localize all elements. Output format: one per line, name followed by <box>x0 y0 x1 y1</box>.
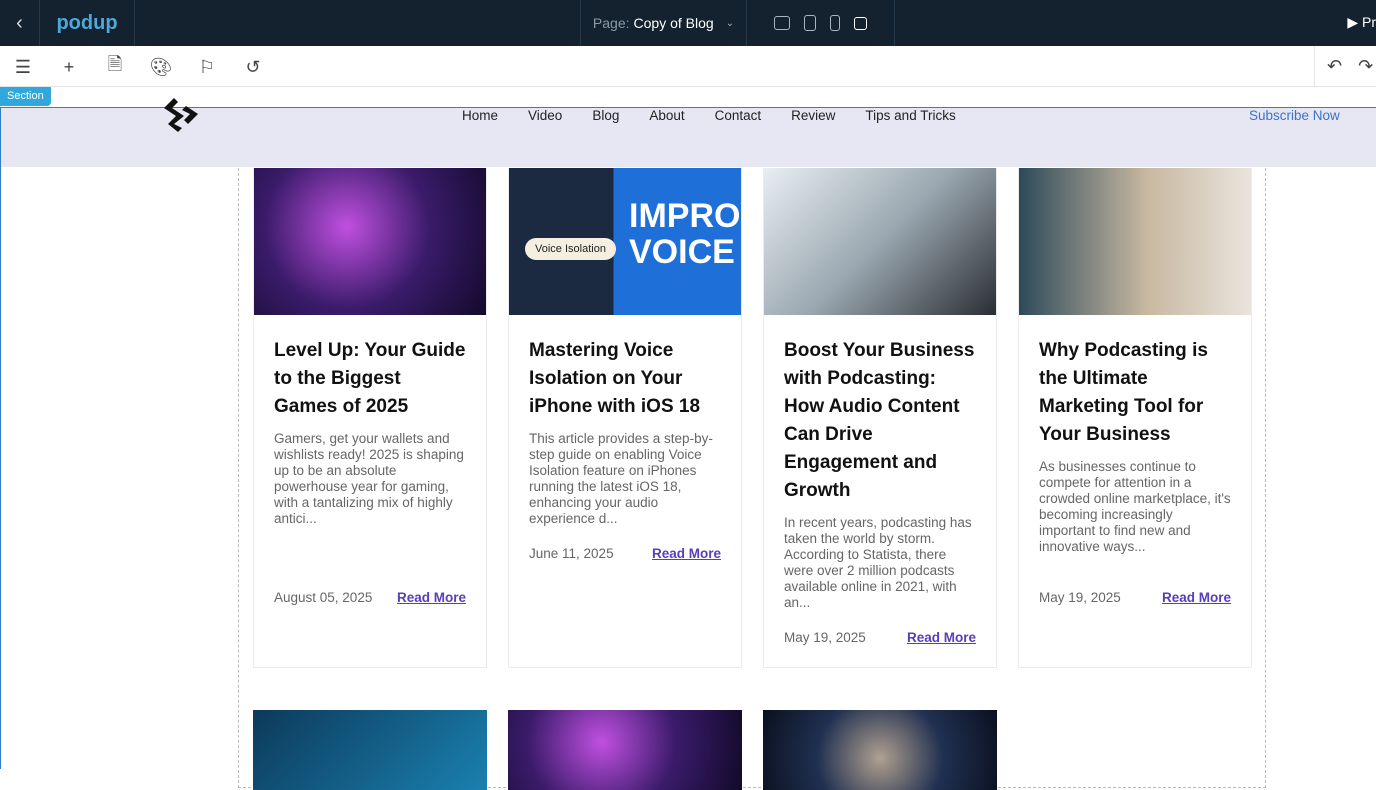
preview-button[interactable]: ▶ Pr <box>1347 14 1376 31</box>
subscribe-link[interactable]: Subscribe Now <box>1249 108 1340 123</box>
pages-icon[interactable]: 🗎 <box>102 54 128 80</box>
card-image[interactable]: IMPROVE VOICE Voice Isolation <box>509 168 741 315</box>
blog-card: IMPROVE VOICE Voice Isolation Mastering … <box>508 168 742 668</box>
read-more-link[interactable]: Read More <box>652 546 721 561</box>
app-logo: podup <box>40 0 135 46</box>
card-title[interactable]: Boost Your Business with Podcasting: How… <box>784 337 976 505</box>
logo-icon <box>164 98 198 132</box>
card-image[interactable] <box>508 710 742 790</box>
history-icon[interactable]: ↺ <box>240 54 266 80</box>
palette-icon[interactable]: 🎨︎ <box>148 54 174 80</box>
blog-card: Boost Your Business with Podcasting: How… <box>763 168 997 668</box>
card-title[interactable]: Level Up: Your Guide to the Biggest Game… <box>274 337 466 421</box>
site-logo[interactable] <box>162 96 200 142</box>
card-image[interactable] <box>763 710 997 790</box>
section-tag[interactable]: Section <box>0 87 51 106</box>
redo-icon[interactable]: ↷ <box>1358 56 1373 77</box>
desktop-icon[interactable] <box>774 16 790 30</box>
card-image[interactable] <box>764 168 996 315</box>
nav-video[interactable]: Video <box>528 108 562 123</box>
chevron-down-icon: ⌄ <box>725 17 735 29</box>
nav-review[interactable]: Review <box>791 108 835 123</box>
card-title[interactable]: Why Podcasting is the Ultimate Marketing… <box>1039 337 1231 449</box>
read-more-link[interactable]: Read More <box>1162 590 1231 605</box>
custom-device-icon[interactable] <box>854 16 867 30</box>
add-icon[interactable]: + <box>56 54 82 80</box>
nav-contact[interactable]: Contact <box>715 108 762 123</box>
card-date: May 19, 2025 <box>784 630 866 645</box>
page-value: Copy of Blog <box>633 15 714 31</box>
undo-icon[interactable]: ↶ <box>1327 56 1342 77</box>
nav-tips[interactable]: Tips and Tricks <box>865 108 955 123</box>
layers-icon[interactable]: ☰ <box>10 54 36 80</box>
blog-card: Why Podcasting is the Ultimate Marketing… <box>1018 168 1252 668</box>
read-more-link[interactable]: Read More <box>397 590 466 605</box>
card-image[interactable] <box>1019 168 1251 315</box>
top-bar: ‹ podup Page: Copy of Blog ⌄ ▶ Pr <box>0 0 1376 46</box>
card-excerpt: Gamers, get your wallets and wishlists r… <box>274 431 464 526</box>
back-button[interactable]: ‹ <box>0 0 40 46</box>
card-date: June 11, 2025 <box>529 546 614 561</box>
card-image[interactable] <box>254 168 486 315</box>
device-switcher <box>747 0 895 46</box>
page-selector[interactable]: Page: Copy of Blog ⌄ <box>580 0 747 46</box>
blog-grid: Level Up: Your Guide to the Biggest Game… <box>238 168 1266 790</box>
card-title[interactable]: Mastering Voice Isolation on Your iPhone… <box>529 337 721 421</box>
card-image[interactable] <box>253 710 487 790</box>
card-excerpt: In recent years, podcasting has taken th… <box>784 515 972 610</box>
mobile-icon[interactable] <box>830 15 840 31</box>
site-nav: Home Video Blog About Contact Review Tip… <box>462 108 956 123</box>
nav-home[interactable]: Home <box>462 108 498 123</box>
card-excerpt: This article provides a step-by-step gui… <box>529 431 713 526</box>
bookmark-icon[interactable]: ⚐ <box>194 54 220 80</box>
card-date: August 05, 2025 <box>274 590 373 605</box>
blog-card: Level Up: Your Guide to the Biggest Game… <box>253 168 487 668</box>
card-date: May 19, 2025 <box>1039 590 1121 605</box>
card-excerpt: As businesses continue to compete for at… <box>1039 459 1231 554</box>
page-label: Page: <box>592 15 630 31</box>
read-more-link[interactable]: Read More <box>907 630 976 645</box>
tablet-icon[interactable] <box>804 15 816 31</box>
nav-blog[interactable]: Blog <box>592 108 619 123</box>
nav-about[interactable]: About <box>649 108 684 123</box>
editor-toolbar: ☰ + 🗎 🎨︎ ⚐ ↺ ↶ ↷ <box>0 46 1376 87</box>
